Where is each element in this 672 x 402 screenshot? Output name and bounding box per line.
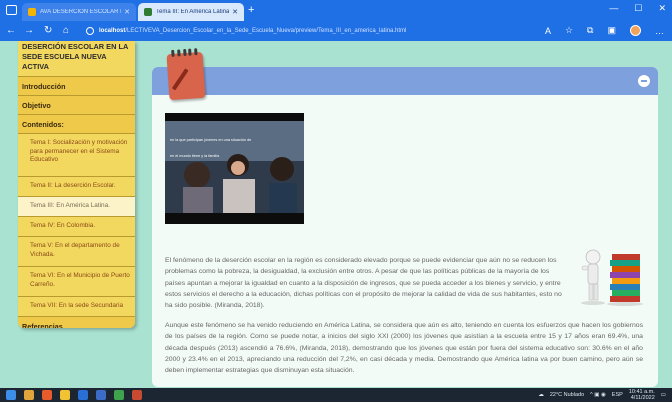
books-figure-icon (581, 249, 643, 306)
reload-icon[interactable]: ↻ (44, 24, 52, 37)
toolbar-icons: A ☆ ⧉ ▣ … (545, 25, 664, 36)
sidebar-item-referencias[interactable]: Referencias (18, 316, 135, 328)
forward-icon[interactable]: → (24, 24, 34, 37)
notebook-icon (166, 48, 206, 101)
sidebar-item-introduccion[interactable]: Introducción (18, 76, 135, 95)
url-field[interactable]: localhost /LECTIVEVA_Desercion_Escolar_e… (86, 24, 526, 38)
start-icon[interactable] (6, 390, 16, 400)
window-icon[interactable] (6, 5, 17, 15)
extensions-icon[interactable]: ▣ (607, 25, 616, 36)
url-host: localhost (99, 28, 126, 34)
tab-title: AVA DESERCIÓN ESCOLAR EN (40, 9, 122, 15)
app-icon[interactable] (132, 390, 142, 400)
chrome-icon[interactable] (42, 390, 52, 400)
video-player[interactable]: en la que participan jóvenes en una situ… (165, 113, 304, 224)
excel-icon[interactable] (114, 390, 124, 400)
notebook-spiral (171, 48, 198, 57)
home-icon[interactable]: ⌂ (63, 24, 69, 37)
taskbar-apps (6, 390, 142, 400)
site-info-icon[interactable] (86, 27, 94, 35)
paragraph-2: Aunque este fenómeno se ha venido reduci… (165, 322, 643, 375)
video-caption-2: en el mundo tiene y la familia (170, 154, 220, 158)
sidebar-item-objetivo[interactable]: Objetivo (18, 95, 135, 114)
store-icon[interactable] (96, 390, 106, 400)
collections-icon[interactable]: ⧉ (587, 25, 593, 36)
notifications-icon[interactable]: ▭ (661, 392, 666, 398)
video-caption-1: en la que participan jóvenes en una situ… (170, 138, 251, 142)
tab-title: Tema III: En América Latina (156, 9, 230, 15)
sidebar-item-contenidos[interactable]: Contenidos: (18, 114, 135, 133)
sidebar-item-tema-iii[interactable]: Tema III: En América Latina. (18, 196, 135, 216)
window-controls: — ☐ ✕ (609, 3, 666, 14)
sidebar-title: DESERCIÓN ESCOLAR EN LA SEDE ESCUELA NUE… (18, 41, 135, 76)
tab-favicon-icon (144, 8, 152, 16)
search-icon[interactable] (24, 390, 34, 400)
pen-icon (171, 68, 189, 91)
close-icon[interactable]: ✕ (232, 8, 238, 16)
tab-ava-desercion[interactable]: AVA DESERCIÓN ESCOLAR EN ✕ (22, 3, 136, 21)
browser-tab-bar: AVA DESERCIÓN ESCOLAR EN ✕ Tema III: En … (0, 0, 672, 21)
maximize-icon[interactable]: ☐ (634, 3, 642, 14)
tab-tema-iii[interactable]: Tema III: En América Latina ✕ (138, 3, 244, 21)
minimize-icon[interactable]: — (609, 3, 618, 14)
weather-text[interactable]: 22°C Nublado (550, 392, 584, 398)
close-icon[interactable]: ✕ (124, 8, 130, 16)
file-explorer-icon[interactable] (60, 390, 70, 400)
weather-icon[interactable]: ☁ (538, 392, 544, 398)
video-frame: en la que participan jóvenes en una situ… (165, 113, 304, 224)
sidebar-item-tema-vi[interactable]: Tema VI: En el Municipio de Puerto Carre… (18, 266, 135, 296)
clock[interactable]: 10:41 a.m. 4/11/2022 (629, 389, 655, 401)
paragraph-1: El fenómeno de la deserción escolar en l… (165, 257, 562, 310)
sidebar-item-tema-iv[interactable]: Tema IV: En Colombia. (18, 216, 135, 236)
edge-icon[interactable] (78, 390, 88, 400)
sidebar-item-tema-i[interactable]: Tema I: Socialización y motivación para … (18, 133, 135, 176)
read-aloud-icon[interactable]: A (545, 26, 551, 36)
language-indicator[interactable]: ESP (612, 392, 623, 398)
collapse-button[interactable] (638, 75, 650, 87)
sidebar-item-tema-vii[interactable]: Tema VII: En la sede Secundaria (18, 296, 135, 316)
sidebar-item-tema-ii[interactable]: Tema II: La deserción Escolar. (18, 176, 135, 196)
back-icon[interactable]: ← (6, 24, 16, 37)
more-icon[interactable]: … (655, 26, 664, 36)
card-header (152, 67, 658, 95)
course-sidebar: DESERCIÓN ESCOLAR EN LA SEDE ESCUELA NUE… (18, 41, 135, 328)
tab-favicon-icon (28, 8, 36, 16)
new-tab-button[interactable]: + (248, 4, 254, 16)
address-bar: ← → ↻ ⌂ localhost /LECTIVEVA_Desercion_E… (0, 21, 672, 41)
windows-taskbar: ☁ 22°C Nublado ^ ▣ ◉ ESP 10:41 a.m. 4/11… (0, 388, 672, 402)
favorites-icon[interactable]: ☆ (565, 25, 573, 36)
sidebar-item-tema-v[interactable]: Tema V: En el departamento de Vichada. (18, 236, 135, 266)
clock-date: 4/11/2022 (630, 395, 655, 401)
profile-icon[interactable] (630, 25, 641, 36)
tray-icons[interactable]: ^ ▣ ◉ (590, 392, 606, 398)
system-tray: ☁ 22°C Nublado ^ ▣ ◉ ESP 10:41 a.m. 4/11… (538, 389, 666, 401)
url-path: /LECTIVEVA_Desercion_Escolar_en_la_Sede_… (125, 28, 407, 34)
close-window-icon[interactable]: ✕ (658, 3, 666, 14)
